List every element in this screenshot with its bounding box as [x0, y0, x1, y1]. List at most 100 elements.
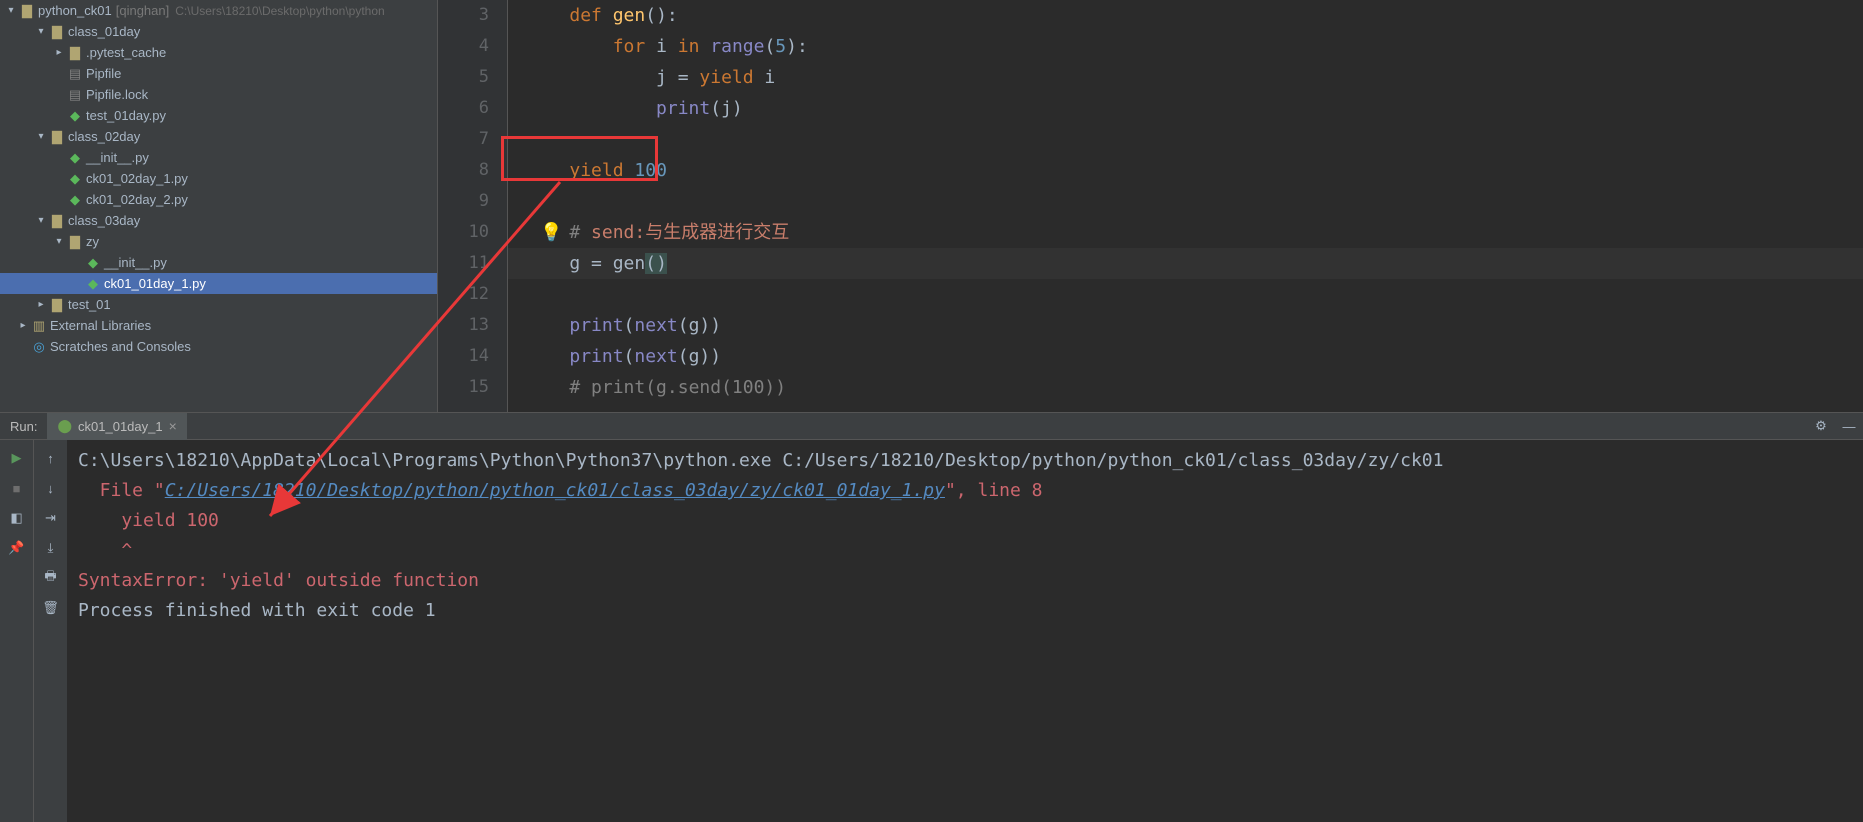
- code-line[interactable]: [508, 124, 1863, 155]
- close-icon[interactable]: ×: [169, 418, 177, 434]
- code-line[interactable]: for i in range(5):: [508, 31, 1863, 62]
- tree-item[interactable]: ◆__init__.py: [0, 252, 437, 273]
- python-icon: ⬤: [57, 418, 72, 434]
- folder-icon: ▇: [48, 213, 66, 229]
- chevron-right-icon[interactable]: ▸: [34, 299, 48, 310]
- console-line: SyntaxError: 'yield' outside function: [78, 566, 1853, 596]
- code-token: def: [569, 5, 612, 26]
- console-output[interactable]: C:\Users\18210\AppData\Local\Programs\Py…: [68, 440, 1863, 822]
- tree-item[interactable]: ▤Pipfile.lock: [0, 84, 437, 105]
- python-file-icon: ◆: [66, 108, 84, 124]
- main-area: ▾ ▇ python_ck01 [qinghan] C:\Users\18210…: [0, 0, 1863, 412]
- tree-item-label: test_01: [68, 297, 111, 312]
- pin-button[interactable]: 📌: [5, 536, 29, 560]
- line-number[interactable]: 11: [438, 248, 489, 279]
- print-icon[interactable]: 🖶: [39, 566, 63, 590]
- chevron-down-icon[interactable]: ▾: [34, 26, 48, 37]
- code-token: print: [569, 346, 623, 367]
- chevron-down-icon[interactable]: ▾: [34, 215, 48, 226]
- chevron-right-icon[interactable]: ▸: [52, 47, 66, 58]
- gear-icon[interactable]: ⚙: [1807, 413, 1835, 440]
- code-line[interactable]: print(next(g)): [508, 341, 1863, 372]
- code-token: yield: [699, 67, 764, 88]
- code-area[interactable]: def gen(): for i in range(5): j = yield …: [508, 0, 1863, 412]
- code-line[interactable]: # print(g.send(100)): [508, 372, 1863, 403]
- project-tree[interactable]: ▾ ▇ python_ck01 [qinghan] C:\Users\18210…: [0, 0, 438, 412]
- line-number[interactable]: 7: [438, 124, 489, 155]
- console-line: ^: [78, 536, 1853, 566]
- tree-item-label: Pipfile.lock: [86, 87, 148, 102]
- up-icon[interactable]: ↑: [39, 446, 63, 470]
- code-line[interactable]: j = yield i: [508, 62, 1863, 93]
- wrap-icon[interactable]: ⇥: [39, 506, 63, 530]
- line-number[interactable]: 9: [438, 186, 489, 217]
- tree-item[interactable]: ◆ck01_02day_1.py: [0, 168, 437, 189]
- tree-item[interactable]: ◆test_01day.py: [0, 105, 437, 126]
- code-token: g = gen: [526, 253, 645, 274]
- lightbulb-icon[interactable]: 💡: [540, 217, 562, 248]
- code-line[interactable]: g = gen(): [508, 248, 1863, 279]
- code-line[interactable]: yield 100: [508, 155, 1863, 186]
- line-number[interactable]: 10: [438, 217, 489, 248]
- run-tools-secondary: ↑ ↓ ⇥ ⤓ 🖶 🗑: [34, 440, 68, 822]
- tree-item[interactable]: ▾▇class_03day: [0, 210, 437, 231]
- line-number[interactable]: 3: [438, 0, 489, 31]
- line-number[interactable]: 4: [438, 31, 489, 62]
- down-icon[interactable]: ↓: [39, 476, 63, 500]
- chevron-down-icon[interactable]: ▾: [34, 131, 48, 142]
- line-number[interactable]: 8: [438, 155, 489, 186]
- code-token: [526, 160, 569, 181]
- code-line[interactable]: print(j): [508, 93, 1863, 124]
- line-number[interactable]: 6: [438, 93, 489, 124]
- line-number[interactable]: 15: [438, 372, 489, 403]
- tree-item[interactable]: ◆ck01_02day_2.py: [0, 189, 437, 210]
- trash-icon[interactable]: 🗑: [39, 596, 63, 620]
- run-tab[interactable]: ⬤ ck01_01day_1 ×: [47, 413, 186, 440]
- tree-item[interactable]: ▸▇.pytest_cache: [0, 42, 437, 63]
- code-editor[interactable]: 3456789101112131415 def gen(): for i in …: [438, 0, 1863, 412]
- rerun-button[interactable]: ▶: [5, 446, 29, 470]
- folder-icon: ▇: [66, 45, 84, 61]
- layout-button[interactable]: ◧: [5, 506, 29, 530]
- code-line[interactable]: 💡 # send:与生成器进行交互: [508, 217, 1863, 248]
- tree-item[interactable]: ◎Scratches and Consoles: [0, 336, 437, 357]
- scratch-icon: ◎: [30, 339, 48, 355]
- python-file-icon: ◆: [84, 276, 102, 292]
- scroll-icon[interactable]: ⤓: [39, 536, 63, 560]
- line-number[interactable]: 13: [438, 310, 489, 341]
- tree-item[interactable]: ▤Pipfile: [0, 63, 437, 84]
- chevron-right-icon[interactable]: ▸: [16, 320, 30, 331]
- code-token: (: [764, 36, 775, 57]
- chevron-down-icon[interactable]: ▾: [4, 5, 18, 16]
- tree-item[interactable]: ▾▇zy: [0, 231, 437, 252]
- code-token: gen: [613, 5, 646, 26]
- tree-item[interactable]: ▾▇class_01day: [0, 21, 437, 42]
- tree-item[interactable]: ◆__init__.py: [0, 147, 437, 168]
- tree-item[interactable]: ▾▇class_02day: [0, 126, 437, 147]
- line-number[interactable]: 12: [438, 279, 489, 310]
- stop-button[interactable]: ■: [5, 476, 29, 500]
- code-line[interactable]: def gen():: [508, 0, 1863, 31]
- code-token: [526, 98, 656, 119]
- file-link[interactable]: C:/Users/18210/Desktop/python/python_ck0…: [165, 480, 945, 501]
- code-token: next: [634, 315, 677, 336]
- minimize-icon[interactable]: —: [1835, 413, 1863, 440]
- chevron-down-icon[interactable]: ▾: [52, 236, 66, 247]
- code-line[interactable]: [508, 279, 1863, 310]
- tree-root[interactable]: ▾ ▇ python_ck01 [qinghan] C:\Users\18210…: [0, 0, 437, 21]
- tree-item[interactable]: ▸▥External Libraries: [0, 315, 437, 336]
- line-number[interactable]: 14: [438, 341, 489, 372]
- tree-item-label: __init__.py: [104, 255, 167, 270]
- line-number[interactable]: 5: [438, 62, 489, 93]
- tree-item-label: class_02day: [68, 129, 140, 144]
- tree-item[interactable]: ▸▇test_01: [0, 294, 437, 315]
- code-token: for: [613, 36, 656, 57]
- tree-item[interactable]: ◆ck01_01day_1.py: [0, 273, 437, 294]
- code-line[interactable]: print(next(g)): [508, 310, 1863, 341]
- line-gutter[interactable]: 3456789101112131415: [438, 0, 508, 412]
- console-line: File "C:/Users/18210/Desktop/python/pyth…: [78, 476, 1853, 506]
- code-token: j =: [526, 67, 699, 88]
- tree-item-label: class_03day: [68, 213, 140, 228]
- code-line[interactable]: [508, 186, 1863, 217]
- folder-icon: ▇: [66, 234, 84, 250]
